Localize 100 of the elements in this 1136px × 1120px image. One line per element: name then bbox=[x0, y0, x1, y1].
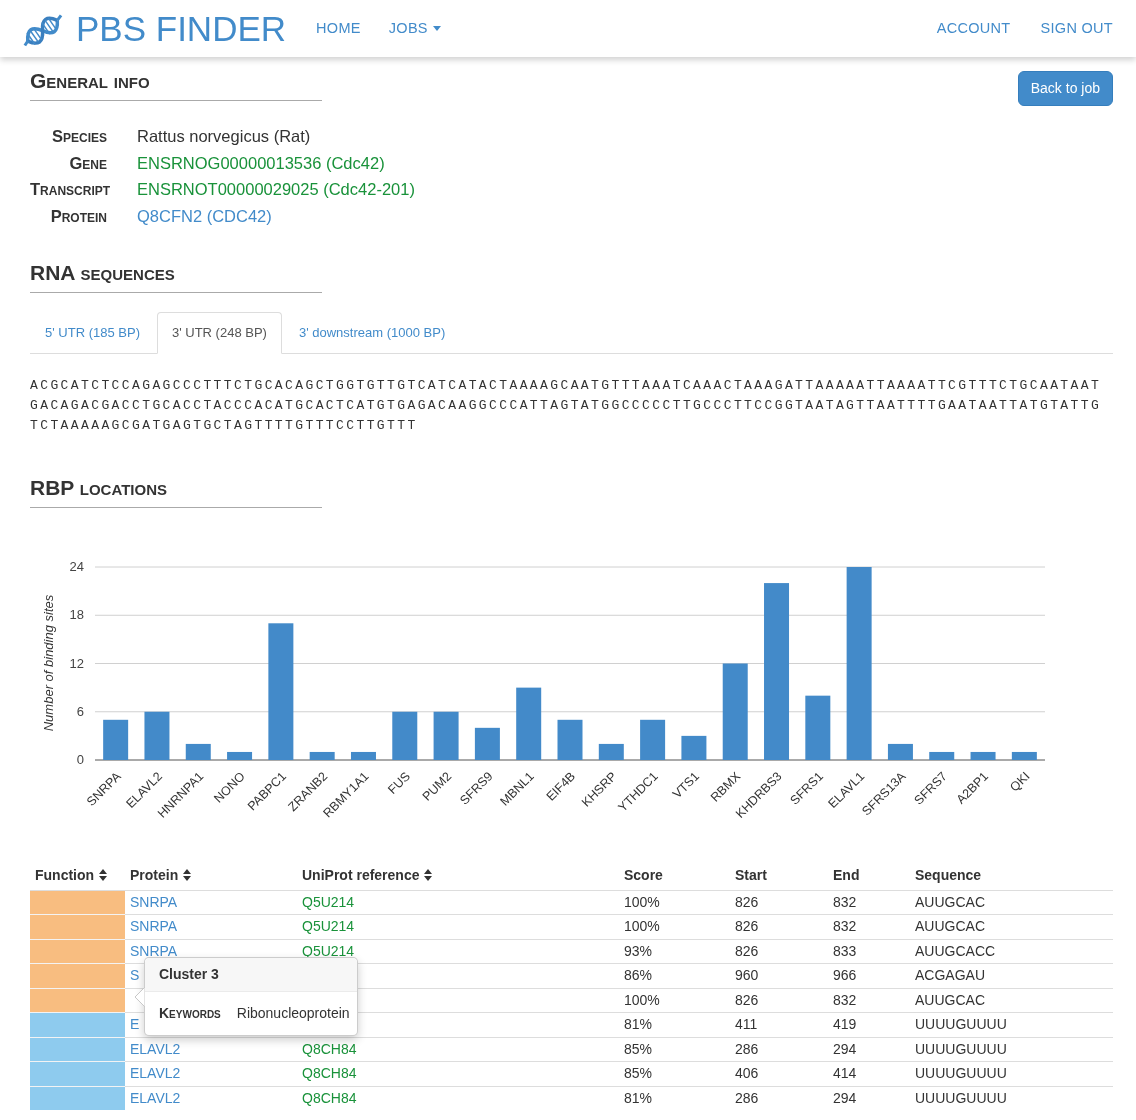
bar bbox=[185, 743, 211, 760]
nav-link[interactable]: HOME bbox=[316, 17, 361, 40]
uniprot-link[interactable]: Q8CH84 bbox=[302, 1065, 357, 1081]
axis-category-label: QKI bbox=[1007, 768, 1033, 794]
column-header[interactable]: Function bbox=[35, 864, 108, 886]
bar bbox=[929, 751, 955, 760]
column-header[interactable]: Protein bbox=[130, 864, 192, 886]
bar bbox=[681, 735, 707, 760]
bar bbox=[392, 711, 418, 760]
section-heading: RNA sequences bbox=[30, 259, 322, 293]
protein-link[interactable]: E bbox=[130, 1016, 140, 1032]
uniprot-link[interactable]: Q8CH84 bbox=[302, 1089, 357, 1106]
table-cell: AUUGCAC bbox=[915, 991, 985, 1008]
table-cell: 100% bbox=[624, 918, 660, 934]
table-cell: 85% bbox=[624, 1065, 653, 1081]
table-cell: 286 bbox=[735, 1089, 759, 1106]
field-link[interactable]: ENSRNOT00000029025 (Cdc42-201) bbox=[137, 176, 415, 203]
protein-link[interactable]: SNRPA bbox=[130, 918, 178, 934]
field-value: Rattus norvegicus (Rat) bbox=[137, 126, 311, 147]
table-cell: AUUGCAC bbox=[915, 893, 985, 910]
uniprot-link[interactable]: Q5U214 bbox=[302, 893, 355, 910]
table-cell: 832 bbox=[833, 893, 857, 910]
popover-label: Keywords bbox=[159, 1003, 221, 1023]
axis-tick-label: 24 bbox=[69, 558, 84, 574]
table-cell: 826 bbox=[735, 991, 759, 1008]
axis-tick-label: 0 bbox=[76, 751, 84, 767]
back-to-job-button[interactable]: Back to job bbox=[1017, 71, 1113, 106]
popover-value: Ribonucleoprotein bbox=[236, 1003, 350, 1023]
table-cell: 93% bbox=[624, 942, 653, 959]
column-header[interactable]: UniProt reference bbox=[302, 864, 433, 886]
table-cell: 294 bbox=[833, 1089, 857, 1106]
section-heading: General info bbox=[30, 67, 322, 101]
table-cell: UUUUGUUUU bbox=[915, 1040, 1007, 1057]
table-cell: 286 bbox=[735, 1040, 759, 1057]
table-cell: 826 bbox=[735, 942, 759, 959]
bar bbox=[598, 743, 624, 760]
nav-link[interactable]: JOBS bbox=[388, 17, 441, 40]
table-cell: 406 bbox=[735, 1065, 759, 1081]
table-cell: 100% bbox=[624, 893, 660, 910]
table-cell: 419 bbox=[833, 1016, 857, 1032]
bar bbox=[805, 695, 831, 760]
bar bbox=[557, 719, 583, 760]
bar bbox=[309, 751, 335, 760]
bar bbox=[227, 751, 253, 760]
column-header[interactable]: Sequence bbox=[915, 864, 982, 886]
table-cell: 100% bbox=[624, 991, 660, 1008]
bar bbox=[887, 743, 913, 760]
popover-title: Cluster 3 bbox=[145, 957, 357, 992]
protein-link[interactable]: ELAVL2 bbox=[130, 1089, 181, 1106]
bar bbox=[970, 751, 996, 760]
table-cell: 826 bbox=[735, 893, 759, 910]
table-cell: 960 bbox=[735, 967, 759, 983]
table-cell: 832 bbox=[833, 991, 857, 1008]
table-cell: 411 bbox=[735, 1016, 758, 1032]
brand-title[interactable]: PBS FINDER bbox=[76, 11, 287, 46]
axis-tick-label: 12 bbox=[69, 655, 84, 670]
uniprot-link[interactable]: Q8CH84 bbox=[302, 1040, 357, 1057]
bar bbox=[1011, 751, 1037, 760]
table-cell: ACGAGAU bbox=[915, 967, 985, 983]
bar bbox=[351, 751, 376, 760]
field-label: Species bbox=[50, 126, 107, 147]
bar bbox=[433, 711, 459, 760]
sequence-tab[interactable]: 5' UTR (185 BP) bbox=[30, 312, 155, 354]
axis-tick-label: 6 bbox=[76, 703, 84, 719]
uniprot-link[interactable]: Q5U214 bbox=[302, 942, 355, 959]
axis-tick-label: 18 bbox=[69, 606, 84, 622]
bar bbox=[640, 719, 666, 760]
bar bbox=[103, 719, 129, 760]
column-header[interactable]: Start bbox=[735, 864, 767, 886]
uniprot-link[interactable]: Q5U214 bbox=[302, 918, 355, 934]
nav-link[interactable]: SIGN OUT bbox=[1040, 17, 1113, 40]
table-cell: 81% bbox=[624, 1089, 653, 1106]
table-cell: UUUUGUUUU bbox=[915, 1065, 1007, 1081]
table-cell: 826 bbox=[735, 918, 759, 934]
column-header[interactable]: Score bbox=[624, 864, 663, 886]
field-link[interactable]: Q8CFN2 (CDC42) bbox=[137, 202, 272, 229]
axis-title: Number of binding sites bbox=[41, 594, 56, 731]
field-link[interactable]: ENSRNOG00000013536 (Cdc42) bbox=[137, 149, 385, 176]
bar bbox=[474, 727, 500, 760]
protein-link[interactable]: ELAVL2 bbox=[130, 1065, 181, 1081]
nav-link[interactable]: ACCOUNT bbox=[936, 17, 1011, 40]
table-cell: 294 bbox=[833, 1040, 857, 1057]
table-cell: 832 bbox=[833, 918, 857, 934]
protein-link[interactable]: S bbox=[130, 967, 140, 983]
sequence-tab[interactable]: 3' UTR (248 BP) bbox=[156, 312, 282, 354]
protein-link[interactable]: ELAVL2 bbox=[130, 1040, 181, 1057]
table-cell: 966 bbox=[833, 967, 857, 983]
table-cell: 81% bbox=[624, 1016, 653, 1032]
table-cell: AUUGCAC bbox=[915, 918, 985, 934]
protein-link[interactable]: SNRPA bbox=[130, 942, 178, 959]
protein-link[interactable]: SNRPA bbox=[130, 893, 178, 910]
sequence-tab[interactable]: 3' downstream (1000 BP) bbox=[283, 312, 461, 354]
column-header[interactable]: End bbox=[833, 864, 860, 886]
field-label: Protein bbox=[49, 205, 107, 227]
table-cell: AUUGCACC bbox=[915, 942, 996, 959]
field-label: Gene bbox=[68, 152, 107, 174]
bar bbox=[144, 711, 170, 760]
section-heading: RBP locations bbox=[30, 473, 322, 508]
table-cell: 833 bbox=[833, 942, 857, 959]
sequence-text: ACGCATCTCCAGAGCCCTTTCTGCACAGCTGGTGTTGTCATCATACTAAAAGCAATGTTTAAATCAAACTAAAGATTAAAAATTAAAATTCGTTTCTGCAATAATGACAGACGACCTGCACCTACCCACATGCACTCATGTGAGACAAGGCCCATTAGTATGGCCCCCTTGCCCTTCCGGTAATAGTTAATTTTGAATAATTATGTATTGTCTAAAAAGCGATGAGTGCTAGTTTTGTTTCCTTGTTT bbox=[30, 376, 1103, 435]
